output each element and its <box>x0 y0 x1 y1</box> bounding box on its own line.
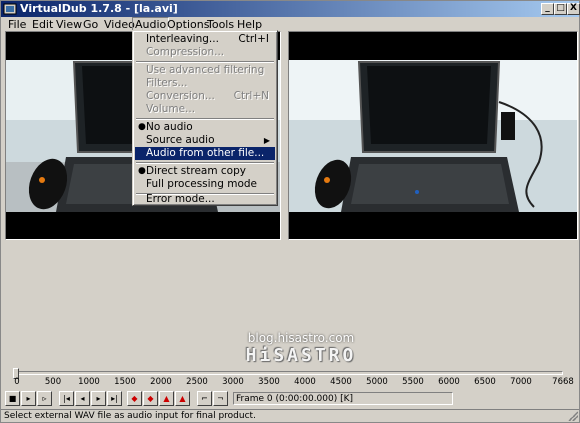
scene-forward-icon[interactable]: ▲ <box>175 391 190 406</box>
menu-separator <box>136 61 274 63</box>
tick-label: 500 <box>44 377 62 387</box>
title-bar[interactable]: VirtualDub 1.7.8 - [la.avi] _ □ X <box>1 1 580 17</box>
menu-separator <box>136 118 274 120</box>
watermark: blog.hisastro.com HiSASTRO <box>206 331 396 366</box>
output-video-pane[interactable] <box>288 31 578 240</box>
conversion-label: Conversion... <box>146 90 215 102</box>
menu-item-no-audio[interactable]: ● No audio <box>135 121 275 134</box>
virtualdub-window: VirtualDub 1.7.8 - [la.avi] _ □ X File E… <box>0 0 580 423</box>
end-icon[interactable]: ▸| <box>107 391 122 406</box>
volume-label: Volume... <box>146 103 196 115</box>
full-processing-mode-label: Full processing mode <box>146 178 257 190</box>
stop-icon[interactable]: ■ <box>5 391 20 406</box>
next-key-icon[interactable]: ◆ <box>143 391 158 406</box>
mark-out-icon[interactable]: ¬ <box>213 391 228 406</box>
tick-label: 4500 <box>330 377 352 387</box>
tick-label: 3500 <box>258 377 280 387</box>
position-slider[interactable] <box>11 368 573 379</box>
slider-track[interactable] <box>15 371 563 375</box>
menu-separator <box>136 162 274 164</box>
prev-key-icon[interactable]: ◆ <box>127 391 142 406</box>
radio-bullet-icon: ● <box>138 166 146 176</box>
menu-item-conversion[interactable]: Conversion... Ctrl+N <box>135 90 275 103</box>
playback-toolbar: ■ ▸ ▹ |◂ ◂ ▸ ▸| ◆ ◆ ▲ ▲ ⌐ ¬ Frame 0 (0:0… <box>3 391 579 409</box>
tick-label: 3000 <box>222 377 244 387</box>
audio-from-other-file-label: Audio from other file... <box>146 147 265 159</box>
tick-label: 6000 <box>438 377 460 387</box>
minimize-button[interactable]: _ <box>541 3 554 15</box>
window-title: VirtualDub 1.7.8 - [la.avi] <box>20 2 178 15</box>
next-frame-icon[interactable]: ▸ <box>91 391 106 406</box>
no-audio-label: No audio <box>146 121 193 133</box>
conversion-shortcut: Ctrl+N <box>233 90 269 102</box>
mark-in-icon[interactable]: ⌐ <box>197 391 212 406</box>
tick-label: 2500 <box>186 377 208 387</box>
source-audio-label: Source audio <box>146 134 215 146</box>
play-output-icon[interactable]: ▹ <box>37 391 52 406</box>
error-mode-label: Error mode... <box>146 193 215 205</box>
play-input-icon[interactable]: ▸ <box>21 391 36 406</box>
tick-label: 1500 <box>114 377 136 387</box>
interleaving-shortcut: Ctrl+I <box>238 33 269 45</box>
resize-grip-icon[interactable] <box>568 411 578 421</box>
menu-item-error-mode[interactable]: Error mode... <box>135 193 275 206</box>
start-icon[interactable]: |◂ <box>59 391 74 406</box>
watermark-logo: HiSASTRO <box>245 345 357 366</box>
frame-indicator[interactable]: Frame 0 (0:00:00.000) [K] <box>233 392 453 405</box>
menu-item-filters[interactable]: Filters... <box>135 77 275 90</box>
interleaving-label: Interleaving... <box>146 33 219 45</box>
menu-item-direct-stream-copy[interactable]: ● Direct stream copy <box>135 165 275 178</box>
tick-label: 5500 <box>402 377 424 387</box>
tick-label: 6500 <box>474 377 496 387</box>
compression-label: Compression... <box>146 46 225 58</box>
close-button[interactable]: X <box>567 3 580 15</box>
menu-item-compression[interactable]: Compression... <box>135 46 275 59</box>
tick-label: 5000 <box>366 377 388 387</box>
menu-item-interleaving[interactable]: Interleaving... Ctrl+I <box>135 33 275 46</box>
menu-item-volume[interactable]: Volume... <box>135 103 275 116</box>
submenu-arrow-icon: ▶ <box>263 136 270 145</box>
prev-frame-icon[interactable]: ◂ <box>75 391 90 406</box>
watermark-url: blog.hisastro.com <box>247 331 355 345</box>
audio-menu-dropdown: Interleaving... Ctrl+I Compression... Us… <box>132 30 278 206</box>
menu-item-source-audio[interactable]: Source audio ▶ <box>135 134 275 147</box>
menu-item-full-processing-mode[interactable]: Full processing mode <box>135 178 275 191</box>
menu-item-audio-from-other-file[interactable]: Audio from other file... <box>135 147 275 160</box>
tick-label: 0 <box>14 377 20 387</box>
use-advanced-filtering-label: Use advanced filtering <box>146 64 265 76</box>
tick-label: 2000 <box>150 377 172 387</box>
tick-label: 7668 <box>552 377 574 387</box>
output-video-frame <box>289 32 577 239</box>
direct-stream-copy-label: Direct stream copy <box>146 165 246 177</box>
maximize-button[interactable]: □ <box>554 3 567 15</box>
tick-label: 4000 <box>294 377 316 387</box>
menu-item-use-advanced-filtering[interactable]: Use advanced filtering <box>135 64 275 77</box>
tick-label: 7000 <box>510 377 532 387</box>
tick-label: 1000 <box>78 377 100 387</box>
status-bar: Select external WAV file as audio input … <box>1 409 579 422</box>
radio-bullet-icon: ● <box>138 122 146 132</box>
filters-label: Filters... <box>146 77 188 89</box>
timeline-ticks: 0 500 1000 1500 2000 2500 3000 3500 4000… <box>1 377 580 391</box>
status-text: Select external WAV file as audio input … <box>4 411 256 421</box>
virtualdub-app-icon[interactable] <box>3 2 17 16</box>
scene-back-icon[interactable]: ▲ <box>159 391 174 406</box>
